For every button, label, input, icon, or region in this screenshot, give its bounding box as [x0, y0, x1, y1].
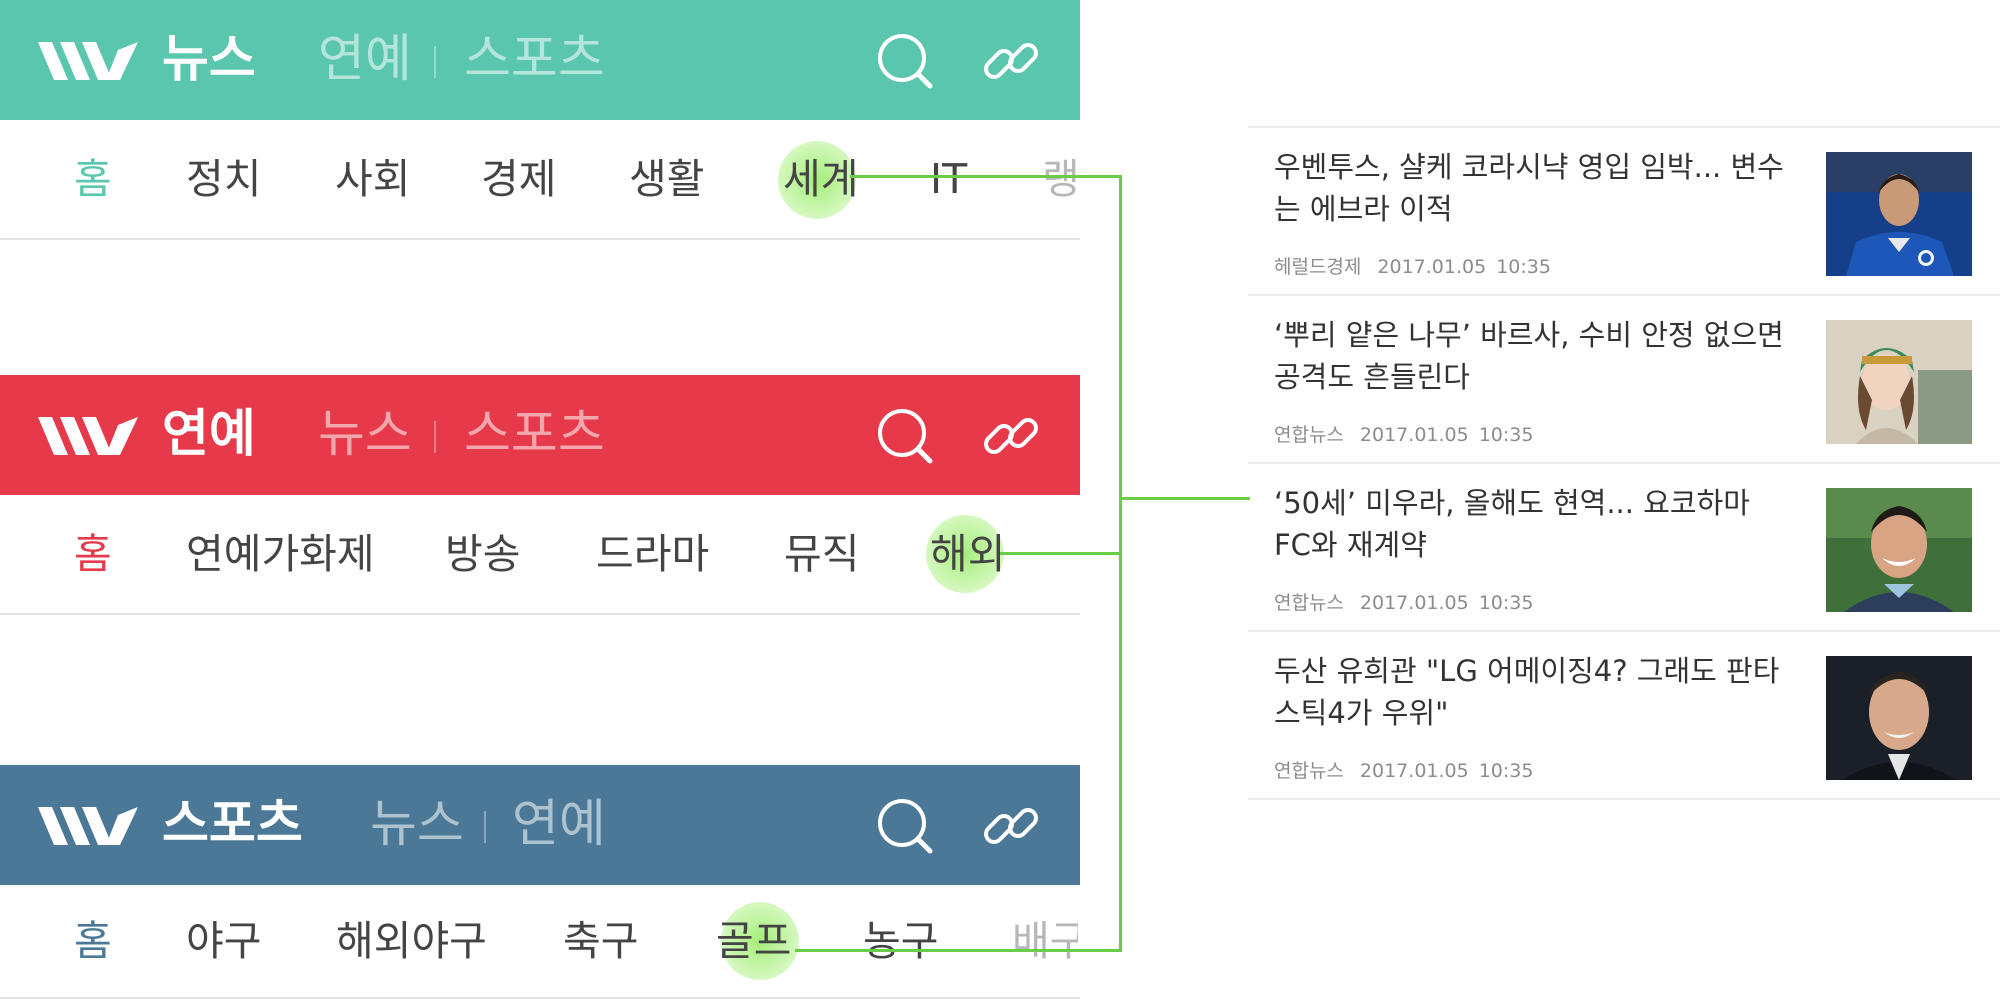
tab-overseas[interactable]: 해외 [930, 495, 1005, 613]
tab-broadcast[interactable]: 방송 [445, 495, 520, 613]
article-list: 우벤투스, 샬케 코라시냑 영입 임박... 변수는 에브라 이적 헤럴드경제 2… [1248, 126, 2000, 800]
tab-celebrity-topics[interactable]: 연예가화제 [186, 495, 375, 613]
article-source: 연합뉴스 [1274, 592, 1344, 614]
list-item[interactable]: ‘뿌리 얕은 나무’ 바르사, 수비 안정 없으면 공격도 흔들린다 연합뉴스 2… [1248, 296, 2000, 464]
tab-ranking-truncated[interactable]: 랭 [1042, 120, 1078, 238]
tab-home[interactable]: 홈 [74, 885, 112, 997]
news-header-bar: 뉴스 연예 스포츠 [0, 0, 1080, 120]
article-meta: 연합뉴스 2017.01.05 10:35 [1274, 420, 1549, 447]
logo-icon[interactable] [38, 413, 142, 459]
tab-music[interactable]: 뮤직 [784, 495, 859, 613]
logo-icon[interactable] [38, 38, 142, 84]
connector-trunk [1119, 175, 1122, 952]
section-link-entertainment[interactable]: 연예 [318, 26, 412, 94]
section-link-entertainment[interactable]: 연예 [512, 791, 606, 859]
tab-soccer[interactable]: 축구 [563, 885, 638, 997]
article-source: 연합뉴스 [1274, 424, 1344, 446]
tab-it[interactable]: IT [930, 120, 967, 238]
entertainment-section-panel: 연예 뉴스 스포츠 홈 연예가화제 방송 드라마 뮤직 해외 [0, 375, 1080, 615]
connector-line-golf [795, 949, 1122, 952]
article-date: 2017.01.05 [1359, 424, 1469, 446]
article-time: 10:35 [1478, 760, 1534, 782]
article-title[interactable]: 우벤투스, 샬케 코라시냑 영입 임박... 변수는 에브라 이적 [1274, 146, 1794, 230]
tab-drama[interactable]: 드라마 [596, 495, 709, 613]
article-title[interactable]: ‘50세’ 미우라, 올해도 현역... 요코하마 FC와 재계약 [1274, 482, 1794, 566]
entertainment-header-bar: 연예 뉴스 스포츠 [0, 375, 1080, 495]
article-thumbnail[interactable] [1826, 656, 1972, 780]
tab-society[interactable]: 사회 [335, 120, 410, 238]
section-title: 스포츠 [162, 795, 303, 854]
section-link-sports[interactable]: 스포츠 [464, 26, 605, 94]
article-source: 연합뉴스 [1274, 760, 1344, 782]
tab-golf[interactable]: 골프 [716, 885, 791, 997]
link-icon[interactable] [982, 32, 1040, 90]
news-section-panel: 뉴스 연예 스포츠 홈 정치 사회 경제 생활 세계 IT 랭 [0, 0, 1080, 240]
article-source: 헤럴드경제 [1274, 256, 1362, 278]
tab-volleyball-truncated[interactable]: 배구 [1012, 885, 1078, 997]
tab-world[interactable]: 세계 [783, 120, 858, 238]
sports-header-bar: 스포츠 뉴스 연예 [0, 765, 1080, 885]
article-meta: 연합뉴스 2017.01.05 10:35 [1274, 756, 1549, 783]
tab-basketball[interactable]: 농구 [863, 885, 938, 997]
article-date: 2017.01.05 [1359, 592, 1469, 614]
section-title: 연예 [162, 405, 256, 464]
article-date: 2017.01.05 [1359, 760, 1469, 782]
article-time: 10:35 [1496, 256, 1551, 278]
list-item[interactable]: 우벤투스, 샬케 코라시냑 영입 임박... 변수는 에브라 이적 헤럴드경제 2… [1248, 128, 2000, 296]
tab-home[interactable]: 홈 [74, 120, 112, 238]
connector-line-world [850, 175, 1122, 178]
article-thumbnail[interactable] [1826, 320, 1972, 444]
logo-icon[interactable] [38, 803, 142, 849]
article-meta: 헤럴드경제 2017.01.05 10:35 [1274, 252, 1567, 279]
tab-economy[interactable]: 경제 [481, 120, 556, 238]
article-meta: 연합뉴스 2017.01.05 10:35 [1274, 588, 1549, 615]
section-divider [434, 46, 436, 78]
news-category-tabs: 홈 정치 사회 경제 생활 세계 IT 랭 [0, 120, 1080, 240]
sports-section-panel: 스포츠 뉴스 연예 홈 야구 해외야구 축구 골프 농구 배구 [0, 765, 1080, 1000]
link-icon[interactable] [982, 407, 1040, 465]
article-time: 10:35 [1478, 592, 1534, 614]
section-title: 뉴스 [162, 30, 256, 89]
tab-baseball[interactable]: 야구 [186, 885, 261, 997]
article-title[interactable]: ‘뿌리 얕은 나무’ 바르사, 수비 안정 없으면 공격도 흔들린다 [1274, 314, 1794, 398]
section-divider [434, 421, 436, 453]
article-thumbnail[interactable] [1826, 152, 1972, 276]
connector-line-overseas [1000, 552, 1122, 555]
list-item[interactable]: 두산 유희관 "LG 어메이징4? 그래도 판타스틱4가 우위" 연합뉴스 201… [1248, 632, 2000, 800]
article-thumbnail[interactable] [1826, 488, 1972, 612]
tab-overseas-baseball[interactable]: 해외야구 [336, 885, 487, 997]
sports-category-tabs: 홈 야구 해외야구 축구 골프 농구 배구 [0, 885, 1080, 999]
section-link-sports[interactable]: 스포츠 [464, 401, 605, 469]
entertainment-category-tabs: 홈 연예가화제 방송 드라마 뮤직 해외 [0, 495, 1080, 615]
tab-life[interactable]: 생활 [629, 120, 704, 238]
search-icon[interactable] [876, 407, 934, 465]
article-title[interactable]: 두산 유희관 "LG 어메이징4? 그래도 판타스틱4가 우위" [1274, 650, 1794, 734]
list-item[interactable]: ‘50세’ 미우라, 올해도 현역... 요코하마 FC와 재계약 연합뉴스 20… [1248, 464, 2000, 632]
article-date: 2017.01.05 [1377, 256, 1487, 278]
link-icon[interactable] [982, 797, 1040, 855]
section-divider [484, 811, 486, 843]
connector-line-to-list [1119, 497, 1250, 500]
search-icon[interactable] [876, 797, 934, 855]
tab-politics[interactable]: 정치 [186, 120, 261, 238]
section-link-news[interactable]: 뉴스 [318, 401, 412, 469]
article-time: 10:35 [1478, 424, 1534, 446]
section-link-news[interactable]: 뉴스 [370, 791, 464, 859]
search-icon[interactable] [876, 32, 934, 90]
tab-home[interactable]: 홈 [74, 495, 112, 613]
